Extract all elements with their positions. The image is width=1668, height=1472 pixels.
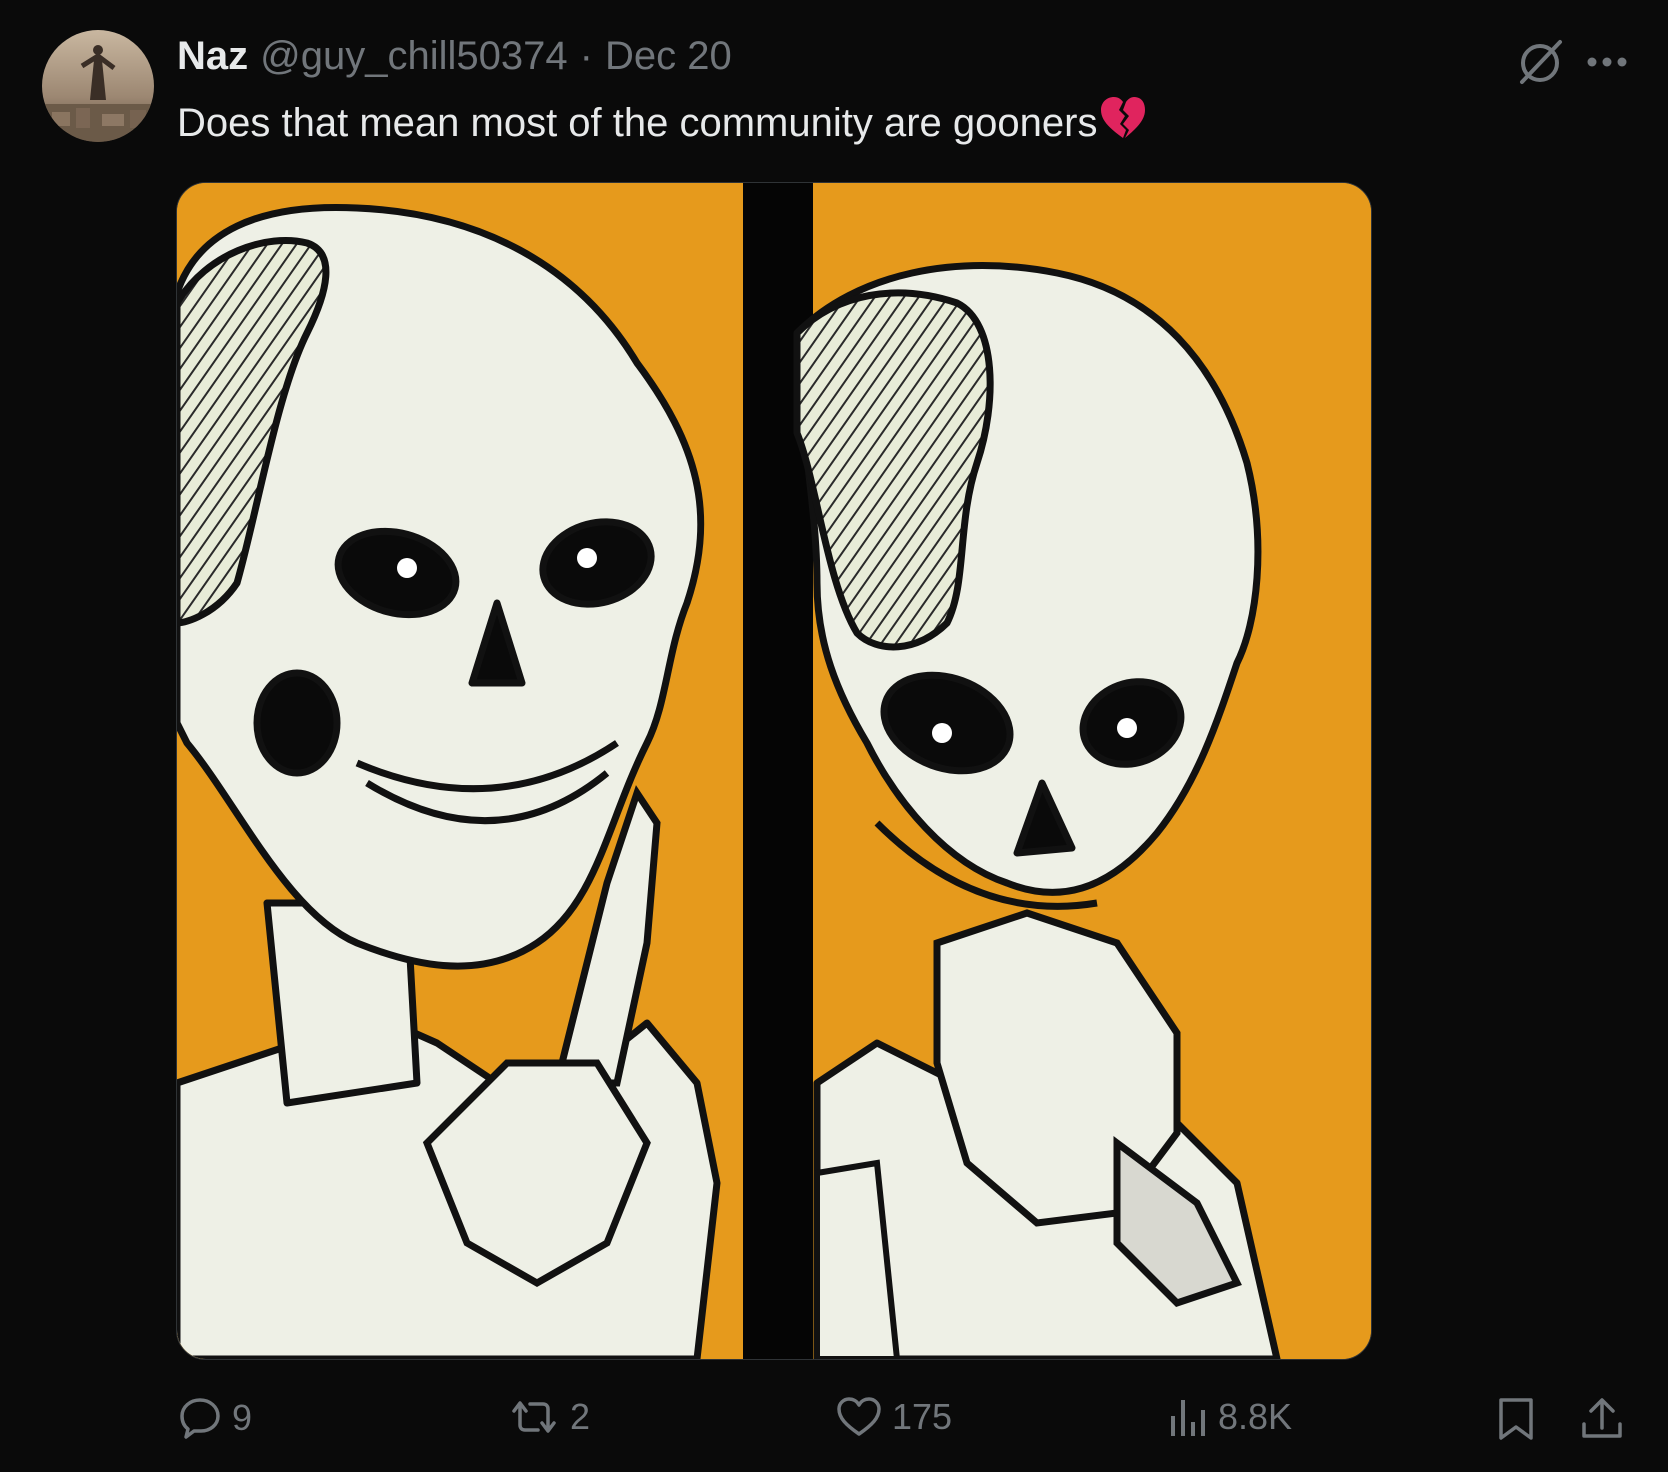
views-icon [1171,1400,1205,1436]
tweet: Naz @guy_chill50374 · Dec 20 Does that m… [0,0,1668,1472]
more-icon[interactable] [1586,55,1628,69]
views-button[interactable]: 8.8K [1168,1396,1292,1438]
bookmark-icon [1499,1398,1533,1440]
user-handle[interactable]: @guy_chill50374 [260,34,567,79]
share-icon [1582,1398,1622,1438]
tweet-text-row: Does that mean most of the community are… [177,96,1147,150]
reply-icon [180,1398,220,1439]
tweet-text: Does that mean most of the community are… [177,100,1098,145]
skeleton-meme-image [177,183,1371,1359]
share-button[interactable] [1580,1396,1624,1442]
display-name[interactable]: Naz [177,34,248,79]
grok-icon[interactable] [1514,36,1566,88]
reply-button[interactable]: 9 [178,1396,252,1440]
repost-count: 2 [570,1396,591,1437]
tweet-media[interactable] [176,182,1372,1360]
tweet-header: Naz @guy_chill50374 · Dec 20 [177,34,732,84]
reply-count: 9 [232,1397,253,1438]
avatar[interactable] [42,30,154,142]
broken-heart-icon [1099,96,1147,150]
separator: · [579,34,593,78]
top-icons [1514,36,1628,88]
like-button[interactable]: 175 [836,1396,952,1438]
tweet-date[interactable]: Dec 20 [605,34,732,79]
like-count: 175 [892,1396,953,1437]
repost-button[interactable]: 2 [508,1396,590,1438]
repost-icon [512,1401,556,1433]
view-count: 8.8K [1218,1396,1293,1437]
heart-icon [837,1397,881,1436]
action-bar: 9 2 175 8.8K [0,1396,1668,1452]
avatar-image [42,30,154,142]
bookmark-button[interactable] [1496,1396,1536,1442]
